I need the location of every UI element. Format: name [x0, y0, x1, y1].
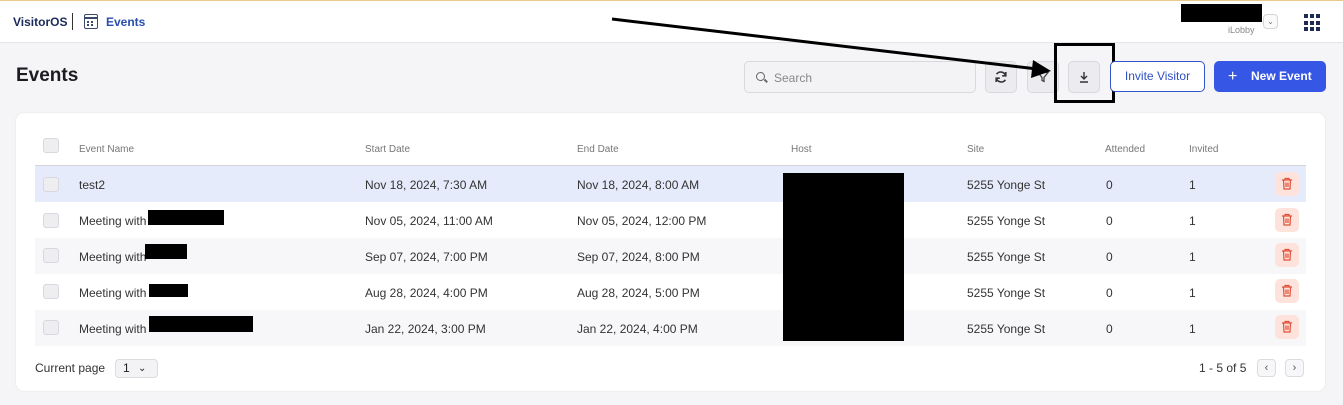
- end-date: Nov 05, 2024, 12:00 PM: [577, 214, 707, 228]
- brand-name[interactable]: VisitorOS: [13, 15, 67, 29]
- delete-button[interactable]: [1275, 243, 1299, 267]
- filter-icon: [1036, 71, 1050, 83]
- redacted-name: [148, 210, 224, 225]
- top-bar: VisitorOS Events iLobby ⌄: [0, 0, 1343, 43]
- column-header-invited[interactable]: Invited: [1189, 144, 1218, 155]
- column-header-attended[interactable]: Attended: [1105, 144, 1145, 155]
- table-row[interactable]: test2 Nov 18, 2024, 7:30 AM Nov 18, 2024…: [35, 166, 1306, 202]
- attended-count: 0: [1106, 286, 1113, 300]
- column-header-start-date[interactable]: Start Date: [365, 144, 410, 155]
- breadcrumb-events[interactable]: Events: [106, 15, 145, 29]
- end-date: Aug 28, 2024, 5:00 PM: [577, 286, 700, 300]
- invite-visitor-button[interactable]: Invite Visitor: [1110, 61, 1205, 92]
- end-date: Jan 22, 2024, 4:00 PM: [577, 322, 698, 336]
- end-date: Nov 18, 2024, 8:00 AM: [577, 178, 700, 192]
- end-date: Sep 07, 2024, 8:00 PM: [577, 250, 700, 264]
- start-date: Nov 05, 2024, 11:00 AM: [365, 214, 493, 228]
- start-date: Sep 07, 2024, 7:00 PM: [365, 250, 488, 264]
- redacted-name: [145, 244, 187, 259]
- attended-count: 0: [1106, 322, 1113, 336]
- brand-separator: [72, 13, 73, 30]
- trash-icon: [1282, 213, 1292, 226]
- trash-icon: [1282, 284, 1292, 297]
- event-name[interactable]: test2: [79, 178, 105, 192]
- row-checkbox[interactable]: [43, 213, 59, 228]
- row-checkbox[interactable]: [43, 320, 59, 335]
- current-page-select[interactable]: 1 ⌄: [115, 359, 158, 378]
- column-header-event-name[interactable]: Event Name: [79, 144, 134, 155]
- calendar-icon: [84, 14, 98, 29]
- site: 5255 Yonge St: [967, 178, 1046, 192]
- start-date: Nov 18, 2024, 7:30 AM: [365, 178, 488, 192]
- event-name[interactable]: Meeting with: [79, 250, 146, 264]
- delete-button[interactable]: [1275, 315, 1299, 339]
- next-page-button[interactable]: ›: [1285, 359, 1304, 377]
- apps-grid-icon[interactable]: [1304, 14, 1322, 32]
- invited-count: 1: [1189, 214, 1196, 228]
- chevron-down-icon: ⌄: [138, 363, 147, 374]
- row-checkbox[interactable]: [43, 248, 59, 263]
- refresh-button[interactable]: [985, 61, 1017, 93]
- delete-button[interactable]: [1275, 279, 1299, 303]
- column-header-site[interactable]: Site: [967, 144, 984, 155]
- new-event-label: New Event: [1251, 69, 1312, 83]
- redacted-host-column: [783, 173, 904, 341]
- attended-count: 0: [1106, 178, 1113, 192]
- pagination-range: 1 - 5 of 5: [1199, 361, 1247, 375]
- redacted-name: [149, 284, 188, 297]
- delete-button[interactable]: [1275, 172, 1299, 196]
- row-checkbox[interactable]: [43, 284, 59, 299]
- chevron-left-icon: ‹: [1264, 362, 1269, 374]
- current-page-label: Current page: [35, 361, 106, 375]
- trash-icon: [1282, 177, 1292, 190]
- event-name[interactable]: Meeting with: [79, 286, 146, 300]
- table-row[interactable]: Meeting with Aug 28, 2024, 4:00 PM Aug 2…: [35, 274, 1306, 310]
- invited-count: 1: [1189, 286, 1196, 300]
- attended-count: 0: [1106, 214, 1113, 228]
- annotation-highlight-box: [1054, 43, 1115, 103]
- search-input[interactable]: [774, 68, 969, 88]
- chevron-right-icon: ›: [1292, 362, 1297, 374]
- table-row[interactable]: Meeting with Nov 05, 2024, 11:00 AM Nov …: [35, 202, 1306, 238]
- event-name[interactable]: Meeting with: [79, 322, 146, 336]
- user-menu-chevron-icon[interactable]: ⌄: [1263, 14, 1278, 29]
- new-event-button[interactable]: + New Event: [1214, 61, 1326, 92]
- select-all-checkbox[interactable]: [43, 138, 59, 153]
- invited-count: 1: [1189, 178, 1196, 192]
- user-name-redacted: [1181, 4, 1262, 22]
- site: 5255 Yonge St: [967, 322, 1046, 336]
- site: 5255 Yonge St: [967, 214, 1046, 228]
- event-name[interactable]: Meeting with: [79, 214, 146, 228]
- start-date: Jan 22, 2024, 3:00 PM: [365, 322, 486, 336]
- refresh-icon: [995, 71, 1007, 83]
- current-page-value: 1: [123, 361, 130, 375]
- column-header-end-date[interactable]: End Date: [577, 144, 619, 155]
- plus-icon: +: [1228, 68, 1238, 85]
- invited-count: 1: [1189, 250, 1196, 264]
- search-box[interactable]: [744, 61, 976, 93]
- search-icon: [756, 72, 765, 81]
- trash-icon: [1282, 248, 1292, 261]
- table-row[interactable]: Meeting with Sep 07, 2024, 7:00 PM Sep 0…: [35, 238, 1306, 274]
- previous-page-button[interactable]: ‹: [1257, 359, 1276, 377]
- attended-count: 0: [1106, 250, 1113, 264]
- site: 5255 Yonge St: [967, 286, 1046, 300]
- page-title: Events: [16, 65, 79, 86]
- start-date: Aug 28, 2024, 4:00 PM: [365, 286, 488, 300]
- invited-count: 1: [1189, 322, 1196, 336]
- organization-name: iLobby: [1228, 25, 1255, 35]
- trash-icon: [1282, 320, 1292, 333]
- delete-button[interactable]: [1275, 208, 1299, 232]
- redacted-name: [149, 316, 253, 332]
- site: 5255 Yonge St: [967, 250, 1046, 264]
- column-header-host[interactable]: Host: [791, 144, 812, 155]
- row-checkbox[interactable]: [43, 177, 59, 192]
